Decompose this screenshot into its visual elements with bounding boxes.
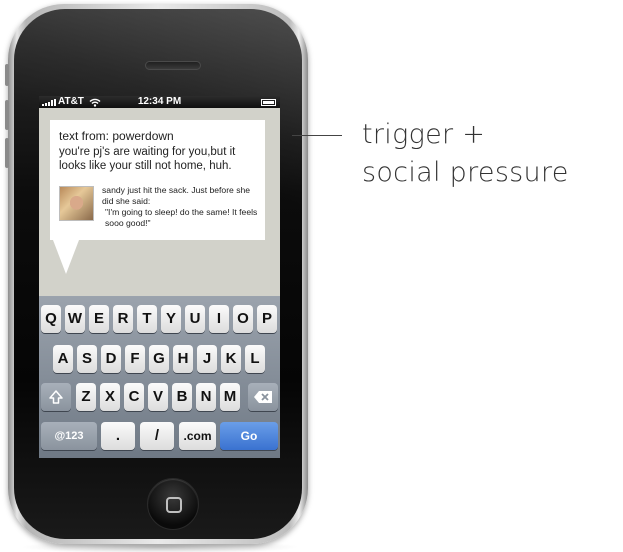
volume-down-button	[5, 138, 9, 168]
key-r[interactable]: R	[113, 305, 133, 333]
key-j[interactable]: J	[197, 345, 217, 373]
key-d[interactable]: D	[101, 345, 121, 373]
key-c[interactable]: C	[124, 383, 144, 411]
key-q[interactable]: Q	[41, 305, 61, 333]
callout-line	[292, 135, 342, 136]
key-x[interactable]: X	[100, 383, 120, 411]
key-b[interactable]: B	[172, 383, 192, 411]
key-f[interactable]: F	[125, 345, 145, 373]
key-v[interactable]: V	[148, 383, 168, 411]
home-button[interactable]	[147, 478, 199, 530]
message-bubble: text from: powerdown you're pj's are wai…	[50, 120, 265, 240]
key-a[interactable]: A	[53, 345, 73, 373]
shift-key[interactable]	[41, 383, 71, 411]
key-y[interactable]: Y	[161, 305, 181, 333]
annotation-line-1: trigger +	[362, 119, 486, 150]
key-i[interactable]: I	[209, 305, 229, 333]
message-bubble-tail	[53, 240, 79, 274]
key-n[interactable]: N	[196, 383, 216, 411]
backspace-icon	[254, 391, 272, 403]
key-t[interactable]: T	[137, 305, 157, 333]
status-time: 12:34 PM	[137, 96, 182, 107]
status-bar: AT&T 12:34 PM	[39, 96, 280, 108]
message-body: you're pj's are waiting for you,but it l…	[59, 146, 236, 172]
go-key[interactable]: Go	[220, 422, 278, 450]
annotation-line-2: social pressure	[362, 157, 569, 188]
key-l[interactable]: L	[245, 345, 265, 373]
shift-arrow-icon	[49, 390, 63, 404]
battery-icon	[261, 99, 276, 106]
backspace-key[interactable]	[248, 383, 278, 411]
slash-key[interactable]: /	[140, 422, 174, 450]
key-w[interactable]: W	[65, 305, 85, 333]
key-e[interactable]: E	[89, 305, 109, 333]
numbers-key[interactable]: @123	[41, 422, 97, 450]
friend-avatar	[59, 186, 94, 221]
key-o[interactable]: O	[233, 305, 253, 333]
friend-quote: "I'm going to sleep! do the same! It fee…	[105, 207, 258, 228]
key-u[interactable]: U	[185, 305, 205, 333]
mute-switch	[5, 64, 9, 86]
earpiece-speaker	[145, 61, 201, 70]
key-p[interactable]: P	[257, 305, 277, 333]
key-k[interactable]: K	[221, 345, 241, 373]
key-s[interactable]: S	[77, 345, 97, 373]
key-h[interactable]: H	[173, 345, 193, 373]
home-square-icon	[166, 497, 182, 513]
key-z[interactable]: Z	[76, 383, 96, 411]
friend-activity: sandy just hit the sack. Just before she…	[102, 185, 262, 229]
dotcom-key[interactable]: .com	[179, 422, 216, 450]
onscreen-keyboard: Q W E R T Y U I O P A S D F G H J K L Z …	[39, 296, 280, 458]
key-m[interactable]: M	[220, 383, 240, 411]
friend-activity-line: sandy just hit the sack. Just before she…	[102, 185, 251, 206]
message-sender: text from: powerdown	[59, 129, 174, 143]
phone-screen: AT&T 12:34 PM text from: powerdown you'r…	[39, 96, 280, 458]
dot-key[interactable]: .	[101, 422, 135, 450]
key-g[interactable]: G	[149, 345, 169, 373]
annotation-text: trigger + social pressure	[362, 116, 569, 192]
volume-up-button	[5, 100, 9, 130]
